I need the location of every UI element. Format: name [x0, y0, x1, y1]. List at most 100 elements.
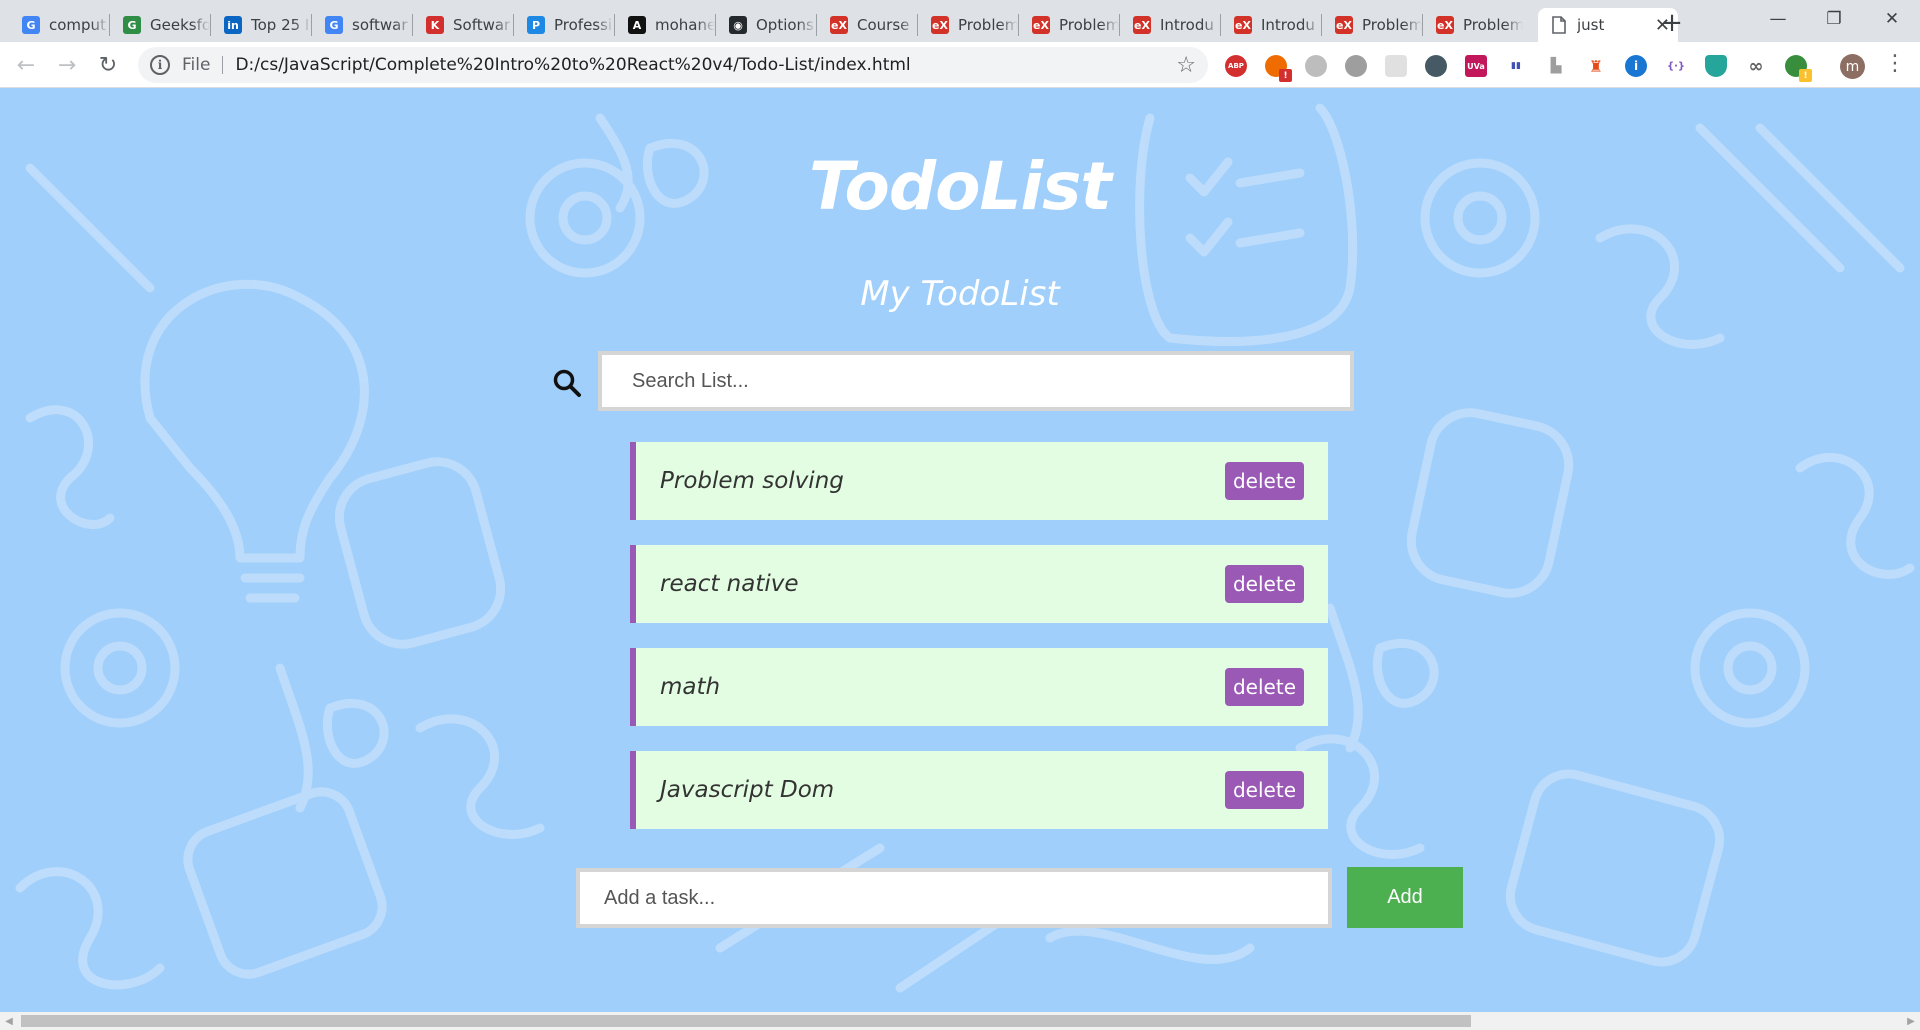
- scheme-label: File: [182, 55, 211, 75]
- delete-button[interactable]: delete: [1224, 771, 1304, 809]
- browser-tab[interactable]: in Top 25 I: [212, 8, 311, 42]
- address-divider: [222, 56, 224, 74]
- uva-extension-icon[interactable]: UVa: [1465, 55, 1487, 77]
- tab-separator: [1321, 14, 1322, 36]
- add-task-input[interactable]: [576, 868, 1332, 928]
- timer-extension-icon[interactable]: [1425, 55, 1447, 77]
- github-icon: ◉: [729, 16, 747, 34]
- infinity-extension-icon[interactable]: ∞: [1745, 55, 1767, 77]
- browser-tab[interactable]: eX Problem: [1424, 8, 1523, 42]
- chart-extension-icon[interactable]: ▙: [1545, 55, 1567, 77]
- extension-icon-4[interactable]: [1345, 55, 1367, 77]
- browser-tab[interactable]: ◉ Options: [717, 8, 816, 42]
- tab-title: Problem: [1362, 16, 1422, 34]
- new-tab-button[interactable]: +: [1657, 8, 1687, 38]
- extension-icon-10[interactable]: ♜: [1585, 55, 1607, 77]
- tab-title: Course: [857, 16, 910, 34]
- reload-button[interactable]: ↻: [92, 49, 124, 81]
- chat-extension-icon[interactable]: [1305, 55, 1327, 77]
- tab-title: softwar: [352, 16, 408, 34]
- tab-title: just: [1577, 16, 1605, 34]
- app-title: TodoList: [809, 148, 1112, 225]
- google-icon: G: [325, 16, 343, 34]
- maximize-button[interactable]: ❐: [1806, 0, 1862, 38]
- todo-item: Problem solving delete: [630, 442, 1328, 520]
- tab-separator: [1018, 14, 1019, 36]
- edx-icon: eX: [1032, 16, 1050, 34]
- address-url[interactable]: D:/cs/JavaScript/Complete%20Intro%20to%2…: [235, 55, 1176, 75]
- add-task-button[interactable]: Add: [1347, 867, 1463, 928]
- browser-tab[interactable]: K Softwar: [414, 8, 513, 42]
- todo-item: Javascript Dom delete: [630, 751, 1328, 829]
- todo-text: react native: [660, 571, 799, 597]
- adblock-extension-icon[interactable]: ABP: [1225, 55, 1247, 77]
- todo-page: TodoList My TodoList Problem solving del…: [0, 88, 1920, 1012]
- browser-tab[interactable]: Gcomput: [10, 8, 109, 42]
- tab-separator: [816, 14, 817, 36]
- browser-tab[interactable]: G Geeksfo: [111, 8, 210, 42]
- scroll-right-arrow-icon[interactable]: ▶: [1902, 1012, 1920, 1030]
- app-subtitle: My TodoList: [860, 274, 1060, 314]
- extension-icon-5[interactable]: [1385, 55, 1407, 77]
- extension-icon-11[interactable]: i: [1625, 55, 1647, 77]
- address-bar[interactable]: i File D:/cs/JavaScript/Complete%20Intro…: [138, 47, 1208, 83]
- forward-button[interactable]: →: [51, 49, 83, 81]
- extension-icon-8[interactable]: ▮▮: [1505, 55, 1527, 77]
- browser-tab[interactable]: eX Problem: [1020, 8, 1119, 42]
- delete-button[interactable]: delete: [1224, 668, 1304, 706]
- back-button[interactable]: ←: [10, 49, 42, 81]
- minimize-button[interactable]: —: [1750, 0, 1806, 38]
- tab-title: Top 25 I: [251, 16, 310, 34]
- geeksforgeeks-icon: G: [123, 16, 141, 34]
- delete-button[interactable]: delete: [1224, 462, 1304, 500]
- horizontal-scrollbar[interactable]: ◀ ▶: [0, 1012, 1920, 1030]
- browser-tab[interactable]: P Professi: [515, 8, 614, 42]
- profile-avatar[interactable]: m: [1840, 54, 1865, 79]
- browser-tab[interactable]: eX Problem: [919, 8, 1018, 42]
- tab-title: Professi: [554, 16, 613, 34]
- scrollbar-thumb[interactable]: [21, 1015, 1471, 1027]
- p-icon: P: [527, 16, 545, 34]
- browser-tab[interactable]: eX Problem: [1323, 8, 1422, 42]
- edx-icon: eX: [830, 16, 848, 34]
- close-window-button[interactable]: ✕: [1864, 0, 1920, 38]
- tab-separator: [1220, 14, 1221, 36]
- tab-separator: [109, 14, 110, 36]
- tab-title: Geeksfo: [150, 16, 210, 34]
- browser-tab[interactable]: Amohane: [616, 8, 715, 42]
- todo-item: math delete: [630, 648, 1328, 726]
- browser-tab[interactable]: eX Course: [818, 8, 917, 42]
- info-icon[interactable]: i: [150, 55, 170, 75]
- tab-separator: [917, 14, 918, 36]
- bookmark-star-icon[interactable]: ☆: [1176, 53, 1196, 78]
- page-icon: [1550, 16, 1568, 34]
- extension-icon-12[interactable]: {·}: [1665, 55, 1687, 77]
- tab-title: Options: [756, 16, 814, 34]
- edx-icon: eX: [1436, 16, 1454, 34]
- delete-button[interactable]: delete: [1224, 565, 1304, 603]
- tab-separator: [715, 14, 716, 36]
- search-input[interactable]: [598, 351, 1354, 411]
- a-icon: A: [628, 16, 646, 34]
- extension-icon-2[interactable]: !: [1265, 55, 1292, 82]
- tab-title: comput: [49, 16, 106, 34]
- tab-title: Problem: [1463, 16, 1523, 34]
- tab-separator: [1422, 14, 1423, 36]
- shield-extension-icon[interactable]: [1705, 55, 1727, 77]
- search-icon: [553, 369, 581, 397]
- todo-text: math: [660, 674, 721, 700]
- todo-item: react native delete: [630, 545, 1328, 623]
- edx-icon: eX: [1234, 16, 1252, 34]
- browser-tab[interactable]: eX Introdu: [1121, 8, 1220, 42]
- scroll-left-arrow-icon[interactable]: ◀: [0, 1012, 18, 1030]
- todo-text: Javascript Dom: [660, 777, 835, 803]
- extension-icon-15[interactable]: !: [1785, 55, 1812, 82]
- tab-title: Introdu: [1160, 16, 1214, 34]
- tab-title: Problem: [1059, 16, 1119, 34]
- browser-tab-strip: just ✕ + — ❐ ✕ Gcomput G Geeksfo in Top 25 I…: [0, 0, 1920, 42]
- tab-separator: [412, 14, 413, 36]
- edx-icon: eX: [931, 16, 949, 34]
- browser-tab[interactable]: Gsoftwar: [313, 8, 412, 42]
- browser-tab[interactable]: eX Introdu: [1222, 8, 1321, 42]
- menu-kebab-icon[interactable]: ⋮: [1884, 53, 1906, 75]
